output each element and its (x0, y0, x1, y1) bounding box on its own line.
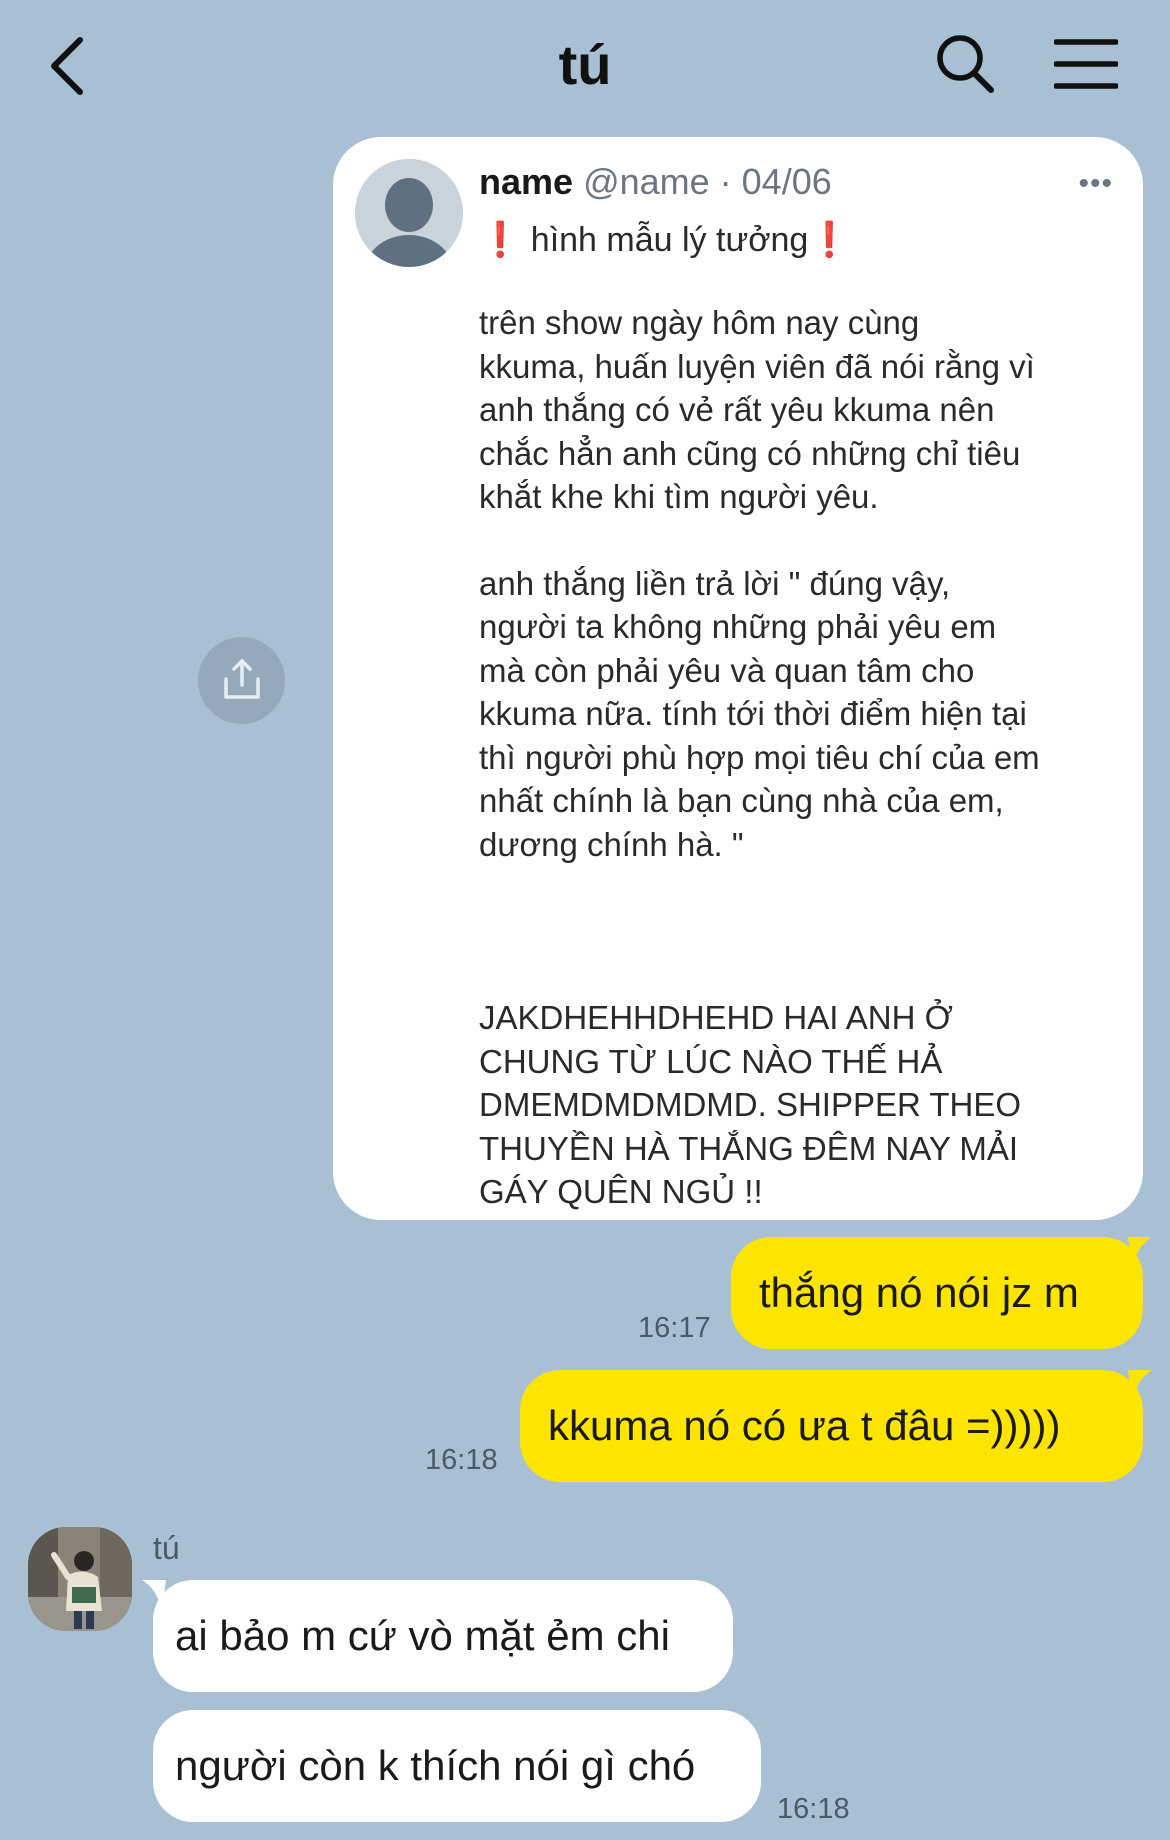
message-text: người còn k thích nói gì chó (175, 1742, 696, 1789)
message-time: 16:18 (425, 1444, 498, 1476)
share-icon (224, 659, 260, 699)
post-author-avatar (355, 159, 463, 267)
outgoing-message[interactable]: kkuma nó có ưa t đâu =))))) (520, 1370, 1143, 1482)
sender-avatar[interactable] (28, 1527, 132, 1631)
shared-post-card[interactable]: name @name · 04/06 ••• ❗ hình mẫu lý tưở… (333, 137, 1143, 1220)
post-headline: ❗ hình mẫu lý tưởng❗ (479, 217, 851, 263)
post-paragraph: JAKDHEHHDHEHD HAI ANH Ở CHUNG TỪ LÚC NÀO… (479, 999, 1022, 1210)
default-avatar-icon (355, 159, 463, 267)
bubble-tail (1128, 1237, 1152, 1267)
post-header: name @name · 04/06 (479, 159, 832, 205)
sender-name: tú (153, 1530, 180, 1566)
profile-photo (28, 1527, 132, 1631)
post-headline-text: hình mẫu lý tưởng (521, 221, 809, 259)
exclamation-icon: ❗ (479, 221, 522, 259)
outgoing-message[interactable]: thắng nó nói jz m (731, 1237, 1143, 1349)
message-text: kkuma nó có ưa t đâu =))))) (548, 1402, 1061, 1449)
incoming-message[interactable]: ai bảo m cứ vò mặt ẻm chi (153, 1580, 733, 1692)
post-paragraph: anh thắng liền trả lời " đúng vậy, người… (479, 564, 1040, 863)
bubble-tail (1128, 1370, 1152, 1400)
incoming-message[interactable]: người còn k thích nói gì chó (153, 1710, 761, 1822)
message-time: 16:17 (638, 1312, 711, 1344)
exclamation-icon: ❗ (808, 221, 851, 259)
post-handle-date: @name · 04/06 (583, 161, 832, 202)
message-text: ai bảo m cứ vò mặt ẻm chi (175, 1612, 670, 1659)
message-text: thắng nó nói jz m (759, 1269, 1079, 1316)
share-button[interactable] (198, 637, 285, 724)
post-paragraph: trên show ngày hôm nay cùng kkuma, huấn … (479, 304, 1035, 515)
chat-header: tú (0, 0, 1170, 130)
post-author-name: name (479, 161, 574, 202)
post-body: trên show ngày hôm nay cùng kkuma, huấn … (479, 301, 1129, 1214)
hamburger-menu-icon[interactable] (1054, 36, 1118, 92)
message-time: 16:18 (777, 1793, 850, 1825)
more-options-icon[interactable]: ••• (1078, 167, 1113, 201)
search-icon[interactable] (935, 32, 995, 96)
